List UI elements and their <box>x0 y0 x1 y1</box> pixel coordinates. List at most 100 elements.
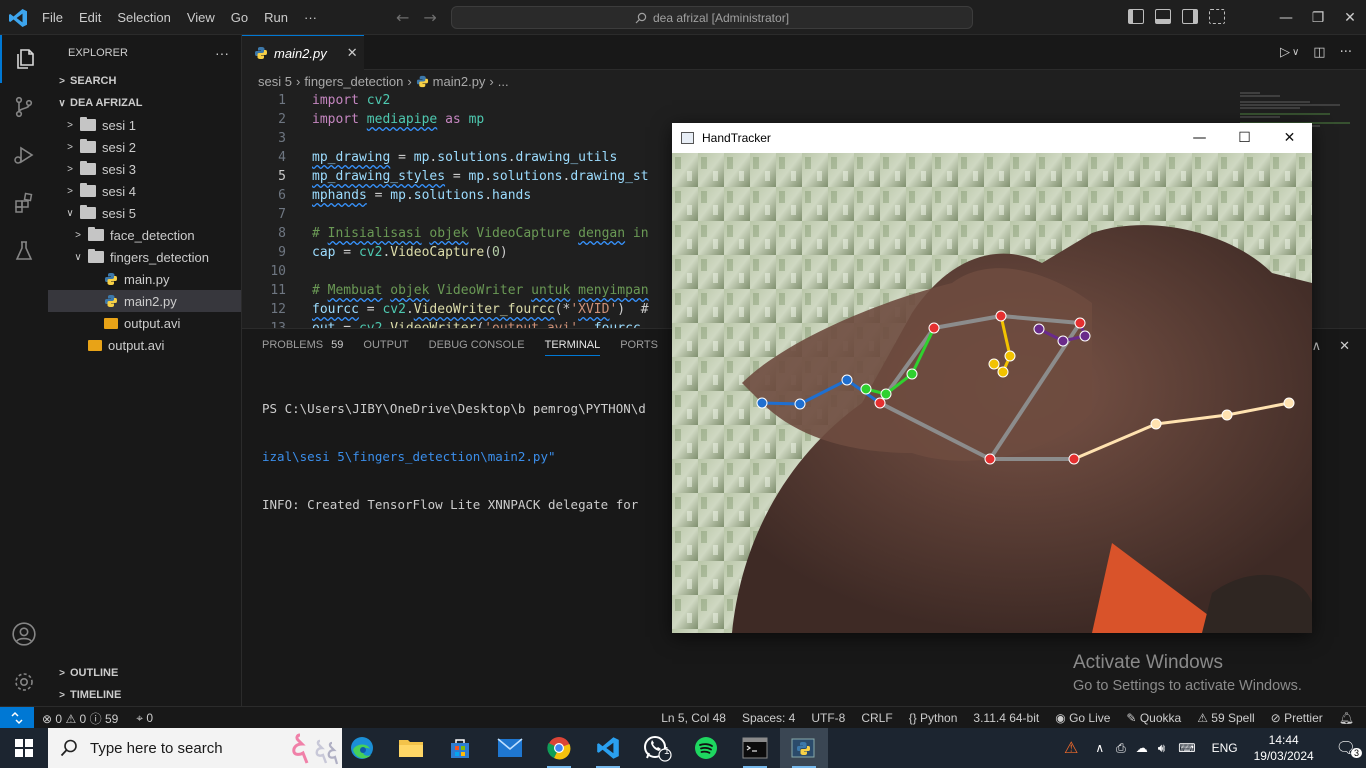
menu-go[interactable]: Go <box>223 10 256 25</box>
tree-item[interactable]: > sesi 3 <box>48 158 241 180</box>
menu-more[interactable]: ··· <box>296 10 325 25</box>
meet-now-icon[interactable]: ⎙ <box>1111 741 1131 756</box>
run-python-file-icon[interactable]: ▷ <box>1280 45 1290 60</box>
panel-tab-terminal[interactable]: TERMINAL <box>544 339 601 356</box>
back-arrow-icon[interactable]: ← <box>396 8 409 27</box>
tree-item[interactable]: > sesi 2 <box>48 136 241 158</box>
encoding[interactable]: UTF-8 <box>811 711 845 725</box>
breadcrumb-item[interactable]: sesi 5 <box>258 74 292 89</box>
python-interpreter[interactable]: 3.11.4 64-bit <box>973 711 1039 725</box>
taskbar-whatsapp[interactable]: 1 <box>633 728 681 768</box>
source-control-icon <box>15 96 33 118</box>
minimize-icon[interactable]: — <box>1270 0 1302 35</box>
panel-tab-problems[interactable]: PROBLEMS 59 <box>262 339 343 356</box>
taskbar-file-explorer[interactable] <box>387 728 435 768</box>
tab-main2-py[interactable]: main2.py ✕ <box>242 35 364 70</box>
menu-selection[interactable]: Selection <box>109 10 178 25</box>
problems-status[interactable]: ⊗ 0 ⚠ 0 ⓘ 59 <box>42 710 118 727</box>
taskbar-search[interactable]: Type here to search <box>48 728 342 768</box>
timeline-section[interactable]: > TIMELINE <box>48 684 242 706</box>
taskbar-terminal[interactable] <box>731 728 779 768</box>
taskbar-edge[interactable] <box>338 728 386 768</box>
show-hidden-icons-chevron-icon[interactable]: ∧ <box>1088 741 1111 755</box>
toggle-primary-sidebar-icon[interactable] <box>1128 9 1144 24</box>
taskbar-mail[interactable] <box>486 728 534 768</box>
taskbar-vscode[interactable] <box>584 728 632 768</box>
person-alert-icon[interactable]: ⚠︎ <box>1054 738 1088 758</box>
quokka-button[interactable]: ✎ Quokka <box>1126 711 1181 725</box>
prettier-button[interactable]: ⊘ Prettier <box>1271 711 1323 725</box>
extensions-activity[interactable] <box>0 179 48 227</box>
start-button[interactable] <box>0 728 48 768</box>
more-actions-icon[interactable]: ··· <box>1340 45 1352 60</box>
tree-item[interactable]: ∨ sesi 5 <box>48 202 241 224</box>
network-icon[interactable]: ☁︎ <box>1131 741 1153 755</box>
tree-item[interactable]: main2.py <box>48 290 241 312</box>
command-center[interactable]: dea afrizal [Administrator] <box>451 6 973 29</box>
testing-activity[interactable] <box>0 227 48 275</box>
split-editor-icon[interactable]: ◫ <box>1313 45 1325 60</box>
tree-item[interactable]: ∨ fingers_detection <box>48 246 241 268</box>
manage-activity[interactable] <box>0 658 48 706</box>
explorer-activity[interactable] <box>0 35 48 83</box>
notifications-bell-icon[interactable]: 🔔︎ <box>1339 711 1354 725</box>
tree-item[interactable]: > sesi 4 <box>48 180 241 202</box>
outline-section[interactable]: > OUTLINE <box>48 662 242 684</box>
menu-file[interactable]: File <box>34 10 71 25</box>
volume-icon[interactable]: 🔊︎ <box>1153 741 1171 756</box>
camera-image <box>672 153 1312 633</box>
workspace-root[interactable]: ∨ DEA AFRIZAL <box>48 92 241 114</box>
taskbar-chrome[interactable] <box>535 728 583 768</box>
notification-center-icon[interactable]: 🗨︎ 3 <box>1322 738 1366 758</box>
go-live-button[interactable]: ◉ Go Live <box>1055 711 1110 725</box>
tree-item[interactable]: > face_detection <box>48 224 241 246</box>
remote-indicator[interactable] <box>0 707 34 729</box>
close-panel-icon[interactable]: ✕ <box>1339 339 1350 354</box>
run-dropdown-chevron-icon[interactable]: ∨ <box>1292 47 1299 60</box>
breadcrumb-item[interactable]: main2.py <box>433 74 486 89</box>
breadcrumb-item[interactable]: ... <box>498 74 509 89</box>
tree-item[interactable]: output.avi <box>48 334 241 356</box>
tree-item[interactable]: main.py <box>48 268 241 290</box>
language-mode[interactable]: {} Python <box>909 711 958 725</box>
indentation[interactable]: Spaces: 4 <box>742 711 795 725</box>
source-control-activity[interactable] <box>0 83 48 131</box>
spell-check-button[interactable]: ⚠ 59 Spell <box>1197 711 1254 725</box>
taskbar-store[interactable] <box>436 728 484 768</box>
folder-icon <box>80 117 96 131</box>
menu-run[interactable]: Run <box>256 10 296 25</box>
tree-item[interactable]: output.avi <box>48 312 241 334</box>
panel-tab-debug-console[interactable]: DEBUG CONSOLE <box>429 339 525 356</box>
menu-view[interactable]: View <box>179 10 223 25</box>
cursor-position[interactable]: Ln 5, Col 48 <box>661 711 726 725</box>
end-of-line[interactable]: CRLF <box>861 711 892 725</box>
restore-icon[interactable]: ❐ <box>1302 0 1334 35</box>
run-debug-activity[interactable] <box>0 131 48 179</box>
customize-layout-icon[interactable] <box>1209 9 1225 24</box>
keyboard-icon[interactable]: ⌨ <box>1170 741 1203 755</box>
handtracker-minimize-icon[interactable]: — <box>1177 123 1222 153</box>
breadcrumb-item[interactable]: fingers_detection <box>304 74 403 89</box>
menu-edit[interactable]: Edit <box>71 10 109 25</box>
input-language[interactable]: ENG <box>1204 741 1246 755</box>
terminal-output[interactable]: PS C:\Users\JIBY\OneDrive\Desktop\b pemr… <box>262 369 646 545</box>
panel-tab-ports[interactable]: PORTS <box>620 339 658 356</box>
forward-arrow-icon[interactable]: → <box>423 8 436 27</box>
toggle-secondary-sidebar-icon[interactable] <box>1182 9 1198 24</box>
tree-item[interactable]: > sesi 1 <box>48 114 241 136</box>
handtracker-maximize-icon[interactable]: ☐ <box>1222 123 1267 153</box>
ports-status[interactable]: ⌖ 0 <box>136 711 153 726</box>
clock[interactable]: 14:44 19/03/2024 <box>1246 732 1322 764</box>
tab-close-icon[interactable]: ✕ <box>347 45 358 61</box>
accounts-activity[interactable] <box>0 610 48 658</box>
handtracker-close-icon[interactable]: ✕ <box>1267 123 1312 153</box>
toggle-panel-icon[interactable] <box>1155 9 1171 24</box>
maximize-panel-icon[interactable]: ∧ <box>1312 339 1322 354</box>
panel-tab-output[interactable]: OUTPUT <box>363 339 408 356</box>
taskbar-spotify[interactable] <box>682 728 730 768</box>
taskbar-python[interactable] <box>780 728 828 768</box>
close-icon[interactable]: ✕ <box>1334 0 1366 35</box>
search-section[interactable]: > SEARCH <box>48 70 241 92</box>
explorer-more-button[interactable]: ··· <box>215 45 229 61</box>
handtracker-window[interactable]: HandTracker — ☐ ✕ <box>672 123 1312 633</box>
